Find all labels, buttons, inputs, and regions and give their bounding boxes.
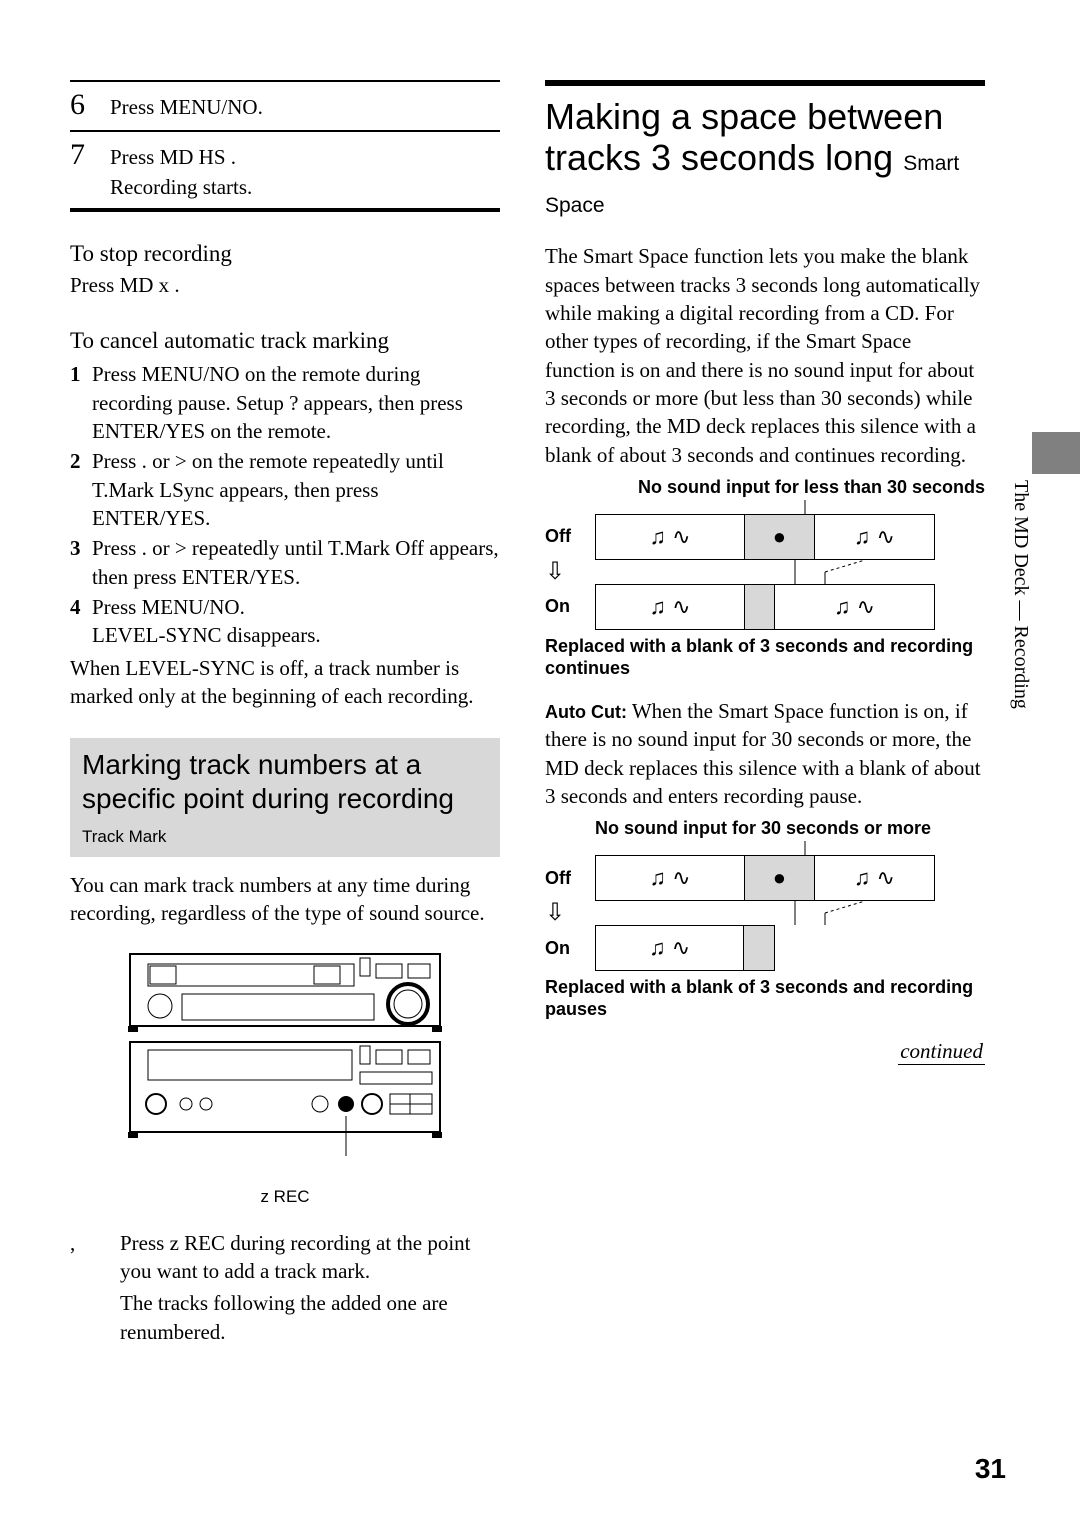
step-number: 7 <box>70 138 110 172</box>
thumb-index-tab <box>1032 432 1080 474</box>
step-6: 6 Press MENU/NO. <box>70 82 500 130</box>
track-mark-subtitle: Track Mark <box>82 827 166 846</box>
track-mark-box: Marking track numbers at a specific poin… <box>70 738 500 857</box>
smart-space-diagram-2: No sound input for 30 seconds or more Of… <box>545 818 985 1020</box>
step-marker: , <box>70 1229 120 1346</box>
divider <box>70 208 500 212</box>
smart-space-diagram-1: No sound input for less than 30 seconds … <box>545 477 985 679</box>
stop-recording-body: Press MD x . <box>70 271 500 299</box>
step-7: 7 Press MD HS . Recording starts. <box>70 132 500 208</box>
section-title-bar: Making a space between tracks 3 seconds … <box>545 80 985 220</box>
section-title: Making a space between tracks 3 seconds … <box>545 96 985 220</box>
diagram-on-bar: ♫ ∿ <box>595 925 775 971</box>
diagram-on-label: On <box>545 938 595 959</box>
step-text: Press MENU/NO. <box>110 93 263 121</box>
list-item: 3Press . or > repeatedly until T.Mark Of… <box>70 534 500 591</box>
diagram-off-bar: ♫ ∿ ● ♫ ∿ <box>595 855 935 901</box>
diagram-caption-bottom: Replaced with a blank of 3 seconds and r… <box>545 636 985 679</box>
auto-cut-para: Auto Cut: When the Smart Space function … <box>545 697 985 810</box>
step-text: Press MD HS . <box>110 143 252 171</box>
diagram-caption-top: No sound input for less than 30 seconds <box>595 477 985 498</box>
diagram-on-label: On <box>545 596 595 617</box>
cancel-automatic-head: To cancel automatic track marking <box>70 327 500 356</box>
right-column: Making a space between tracks 3 seconds … <box>545 80 985 1346</box>
stop-recording-head: To stop recording <box>70 240 500 269</box>
side-section-label: The MD Deck — Recording <box>1009 480 1032 709</box>
instruction-text: Press z REC during recording at the poin… <box>120 1229 500 1286</box>
list-item: 4Press MENU/NO. LEVEL-SYNC disappears. <box>70 593 500 650</box>
left-column: 6 Press MENU/NO. 7 Press MD HS . Recordi… <box>70 80 500 1346</box>
diagram-off-label: Off <box>545 526 595 547</box>
diagram-on-bar: ♫ ∿ ♫ ∿ <box>595 584 935 630</box>
list-item: 1Press MENU/NO on the remote during reco… <box>70 360 500 445</box>
list-item: 2Press . or > on the remote repeatedly u… <box>70 447 500 532</box>
smart-space-intro: The Smart Space function lets you make t… <box>545 242 985 469</box>
diagram-off-bar: ♫ ∿ ● ♫ ∿ <box>595 514 935 560</box>
track-mark-title: Marking track numbers at a specific poin… <box>82 748 488 849</box>
rec-button-label: z REC <box>120 1187 450 1207</box>
diagram-caption-top: No sound input for 30 seconds or more <box>595 818 985 839</box>
diagram-off-label: Off <box>545 868 595 889</box>
down-arrow-icon: ⇩ <box>545 901 595 925</box>
auto-cut-label: Auto Cut: <box>545 702 627 722</box>
page-number: 31 <box>975 1453 1006 1485</box>
md-deck-diagram: z REC <box>120 946 450 1207</box>
step-number: 6 <box>70 88 110 122</box>
diagram-caption-bottom: Replaced with a blank of 3 seconds and r… <box>545 977 985 1020</box>
down-arrow-icon: ⇩ <box>545 560 595 584</box>
instruction-subtext: The tracks following the added one are r… <box>120 1289 500 1346</box>
step-subtext: Recording starts. <box>110 175 252 200</box>
instruction-step: , Press z REC during recording at the po… <box>70 1229 500 1346</box>
cancel-list: 1Press MENU/NO on the remote during reco… <box>70 360 500 649</box>
track-mark-para: You can mark track numbers at any time d… <box>70 871 500 928</box>
continued-label: continued <box>898 1039 985 1065</box>
cancel-tail: When LEVEL-SYNC is off, a track number i… <box>70 654 500 711</box>
